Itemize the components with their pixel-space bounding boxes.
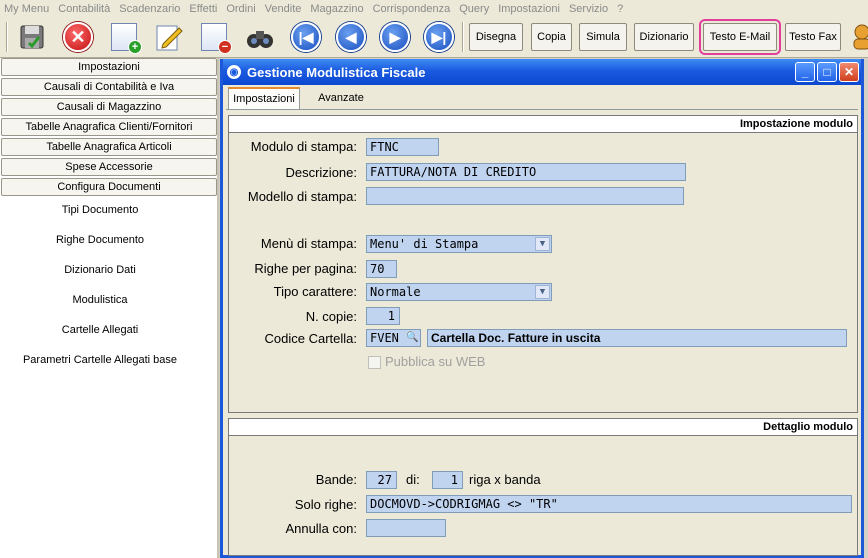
minimize-icon[interactable]: _ — [795, 62, 815, 82]
menu-scadenzario[interactable]: Scadenzario — [119, 3, 180, 15]
add-document-icon[interactable]: + — [108, 21, 142, 54]
menu-bar: My Menu Contabilità Scadenzario Effetti … — [0, 0, 868, 18]
group-header-dettaglio: Dettaglio modulo — [229, 419, 857, 436]
menu-impostazioni[interactable]: Impostazioni — [498, 3, 560, 15]
codice-cartella-label: Codice Cartella: — [264, 331, 358, 346]
toolbar-separator — [6, 22, 8, 52]
tab-impostazioni[interactable]: Impostazioni — [228, 87, 300, 109]
section-tabelle-clienti-fornitori[interactable]: Tabelle Anagrafica Clienti/Fornitori — [1, 118, 217, 136]
descrizione-label: Descrizione: — [285, 165, 357, 180]
menu-stampa-select[interactable]: Menu' di Stampa ▼ — [366, 235, 552, 253]
tipo-carattere-value: Normale — [370, 285, 421, 299]
left-navigation-panel: Impostazioni Causali di Contabilità e Iv… — [0, 58, 219, 558]
delete-document-icon[interactable]: − — [198, 21, 232, 54]
dizionario-button[interactable]: Dizionario — [634, 23, 694, 51]
annulla-con-field[interactable] — [366, 519, 446, 537]
link-parametri-cartelle-allegati[interactable]: Parametri Cartelle Allegati base — [0, 354, 200, 366]
section-causali-magazzino[interactable]: Causali di Magazzino — [1, 98, 217, 116]
simula-button[interactable]: Simula — [579, 23, 627, 51]
codice-cartella-value: FVEN — [370, 331, 399, 345]
n-copie-field[interactable]: 1 — [366, 307, 400, 325]
tipo-carattere-label: Tipo carattere: — [273, 284, 357, 299]
bande-field[interactable]: 27 — [366, 471, 397, 489]
window-app-icon: ◉ — [227, 65, 241, 79]
menu-vendite[interactable]: Vendite — [265, 3, 302, 15]
copia-button[interactable]: Copia — [531, 23, 572, 51]
user-icon[interactable] — [848, 21, 868, 53]
solo-righe-label: Solo righe: — [294, 497, 357, 512]
menu-help[interactable]: ? — [617, 3, 623, 15]
menu-stampa-label: Menù di stampa: — [260, 236, 357, 251]
disegna-button[interactable]: Disegna — [469, 23, 523, 51]
maximize-icon[interactable]: □ — [817, 62, 837, 82]
solo-righe-field[interactable]: DOCMOVD->CODRIGMAG <> "TR" — [366, 495, 852, 513]
modello-label: Modello di stampa: — [247, 189, 357, 204]
cancel-icon[interactable]: ✕ — [62, 21, 94, 53]
next-record-icon[interactable]: ▶ — [379, 21, 411, 53]
tab-avanzate[interactable]: Avanzate — [313, 87, 369, 109]
n-copie-label: N. copie: — [305, 309, 357, 324]
riga-banda-label: riga x banda — [469, 472, 541, 487]
lookup-search-icon[interactable]: 🔍 — [406, 331, 419, 345]
modulo-label: Modulo di stampa: — [250, 139, 357, 154]
link-dizionario-dati[interactable]: Dizionario Dati — [0, 264, 200, 276]
chevron-down-icon[interactable]: ▼ — [535, 285, 550, 299]
menu-my-menu[interactable]: My Menu — [4, 3, 49, 15]
codice-cartella-field[interactable]: FVEN 🔍 — [366, 329, 421, 347]
edit-document-icon[interactable] — [153, 21, 185, 53]
cartella-description-field: Cartella Doc. Fatture in uscita — [427, 329, 847, 347]
testo-email-button[interactable]: Testo E-Mail — [699, 19, 781, 55]
previous-record-icon[interactable]: ◀ — [335, 21, 367, 53]
testo-fax-button[interactable]: Testo Fax — [785, 23, 841, 51]
menu-servizio[interactable]: Servizio — [569, 3, 608, 15]
menu-contabilita[interactable]: Contabilità — [58, 3, 110, 15]
descrizione-field[interactable]: FATTURA/NOTA DI CREDITO — [366, 163, 686, 181]
tipo-carattere-select[interactable]: Normale ▼ — [366, 283, 552, 301]
link-modulistica[interactable]: Modulistica — [0, 294, 200, 306]
save-icon[interactable] — [16, 21, 48, 53]
menu-query[interactable]: Query — [459, 3, 489, 15]
window-titlebar[interactable]: ◉ Gestione Modulistica Fiscale _ □ ✕ — [223, 59, 861, 85]
menu-stampa-value: Menu' di Stampa — [370, 237, 479, 251]
pubblica-web-checkbox[interactable] — [368, 356, 381, 369]
window-title: Gestione Modulistica Fiscale — [247, 64, 426, 80]
modulo-field[interactable]: FTNC — [366, 138, 439, 156]
link-righe-documento[interactable]: Righe Documento — [0, 234, 200, 246]
menu-corrispondenza[interactable]: Corrispondenza — [373, 3, 451, 15]
modello-field[interactable] — [366, 187, 684, 205]
link-cartelle-allegati[interactable]: Cartelle Allegati — [0, 324, 200, 336]
menu-effetti[interactable]: Effetti — [189, 3, 217, 15]
di-field[interactable]: 1 — [432, 471, 463, 489]
section-impostazioni[interactable]: Impostazioni — [1, 58, 217, 76]
search-binoculars-icon[interactable] — [244, 21, 276, 53]
toolbar: ✕ + − |◀ ◀ ▶ ▶| Disegna Copia Simula Diz… — [0, 18, 868, 58]
righe-pagina-field[interactable]: 70 — [366, 260, 397, 278]
annulla-con-label: Annulla con: — [285, 521, 357, 536]
menu-magazzino[interactable]: Magazzino — [310, 3, 363, 15]
toolbar-separator — [462, 22, 464, 52]
section-configura-documenti[interactable]: Configura Documenti — [1, 178, 217, 196]
chevron-down-icon[interactable]: ▼ — [535, 237, 550, 251]
first-record-icon[interactable]: |◀ — [290, 21, 322, 53]
section-causali-contabilita[interactable]: Causali di Contabilità e Iva — [1, 78, 217, 96]
section-spese-accessorie[interactable]: Spese Accessorie — [1, 158, 217, 176]
section-tabelle-articoli[interactable]: Tabelle Anagrafica Articoli — [1, 138, 217, 156]
group-header-impostazione: Impostazione modulo — [229, 116, 857, 133]
bande-label: Bande: — [315, 472, 357, 487]
righe-pagina-label: Righe per pagina: — [254, 261, 357, 276]
modulistica-window: ◉ Gestione Modulistica Fiscale _ □ ✕ Imp… — [220, 59, 864, 558]
link-tipi-documento[interactable]: Tipi Documento — [0, 204, 200, 216]
close-icon[interactable]: ✕ — [839, 62, 859, 82]
pubblica-web-label: Pubblica su WEB — [385, 354, 486, 369]
di-label: di: — [406, 472, 420, 487]
last-record-icon[interactable]: ▶| — [423, 21, 455, 53]
menu-ordini[interactable]: Ordini — [226, 3, 255, 15]
